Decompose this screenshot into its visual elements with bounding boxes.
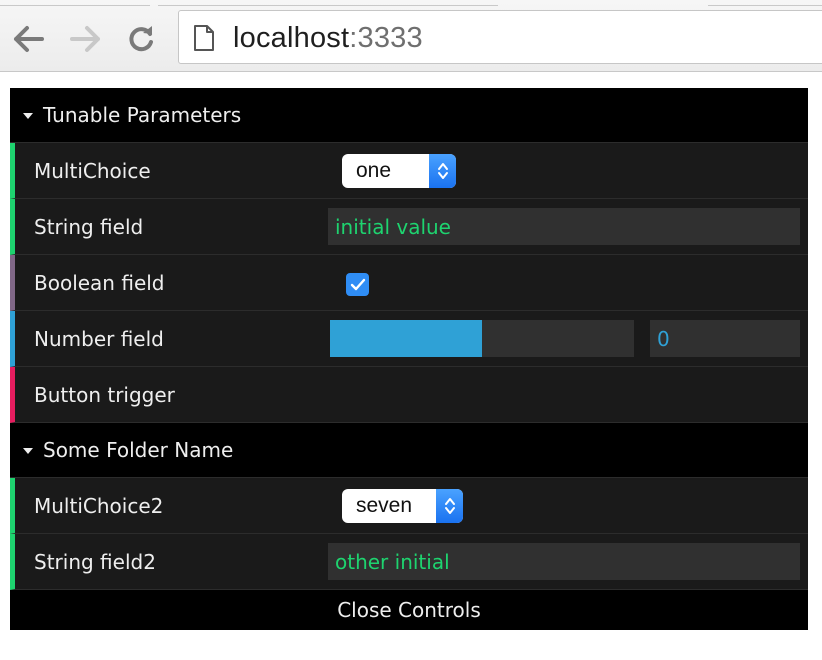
back-button[interactable] [10, 20, 48, 58]
number-field-input[interactable]: 0 [650, 320, 800, 357]
string-field-input[interactable]: initial value [328, 208, 800, 245]
close-controls-button[interactable]: Close Controls [10, 590, 808, 630]
folder-title-tunable-parameters[interactable]: Tunable Parameters [10, 88, 808, 143]
control-row-string-field: String field initial value [10, 199, 808, 255]
folder-collapse-triangle-icon [23, 113, 33, 119]
select-value: seven [356, 494, 413, 517]
control-row-boolean-field: Boolean field [10, 255, 808, 311]
folder-title-some-folder-name[interactable]: Some Folder Name [10, 423, 808, 478]
control-row-multichoice: MultiChoice one [10, 143, 808, 199]
address-bar[interactable]: localhost:3333 [178, 10, 822, 64]
back-arrow-icon [14, 26, 44, 52]
control-row-multichoice2: MultiChoice2 seven [10, 478, 808, 534]
string-field2-input[interactable]: other initial [328, 543, 800, 580]
control-label: MultiChoice [34, 158, 151, 183]
control-label: Number field [34, 326, 164, 351]
folder-collapse-triangle-icon [23, 448, 33, 454]
checkmark-icon [350, 278, 365, 290]
multichoice-select[interactable]: one [342, 154, 456, 188]
multichoice2-select[interactable]: seven [342, 489, 463, 523]
button-trigger-label: Button trigger [34, 382, 175, 407]
forward-button[interactable] [66, 20, 104, 58]
control-row-number-field: Number field 0 [10, 311, 808, 367]
url-port: :3333 [349, 22, 423, 54]
folder-title-label: Tunable Parameters [43, 103, 242, 127]
url-host: localhost [233, 22, 350, 54]
reload-icon [129, 26, 153, 52]
control-label: MultiChoice2 [34, 493, 164, 518]
slider-fill [330, 320, 482, 357]
page-icon [194, 25, 214, 51]
control-row-button-trigger[interactable]: Button trigger [10, 367, 808, 423]
select-arrows-icon [436, 489, 463, 523]
control-label: String field [34, 214, 144, 239]
forward-arrow-icon [70, 26, 100, 52]
boolean-field-checkbox[interactable] [346, 273, 369, 296]
control-label: Boolean field [34, 270, 165, 295]
tab-strip [0, 0, 822, 6]
folder-title-label: Some Folder Name [43, 438, 234, 462]
controls-panel: Tunable Parameters MultiChoice one Strin… [10, 88, 808, 630]
control-label: String field2 [34, 549, 156, 574]
url-text: localhost:3333 [233, 22, 423, 55]
control-row-string-field2: String field2 other initial [10, 534, 808, 590]
browser-toolbar: localhost:3333 [0, 0, 822, 72]
select-value: one [356, 159, 392, 182]
number-field-slider[interactable] [330, 320, 634, 357]
select-arrows-icon [429, 154, 456, 188]
reload-button[interactable] [122, 20, 160, 58]
